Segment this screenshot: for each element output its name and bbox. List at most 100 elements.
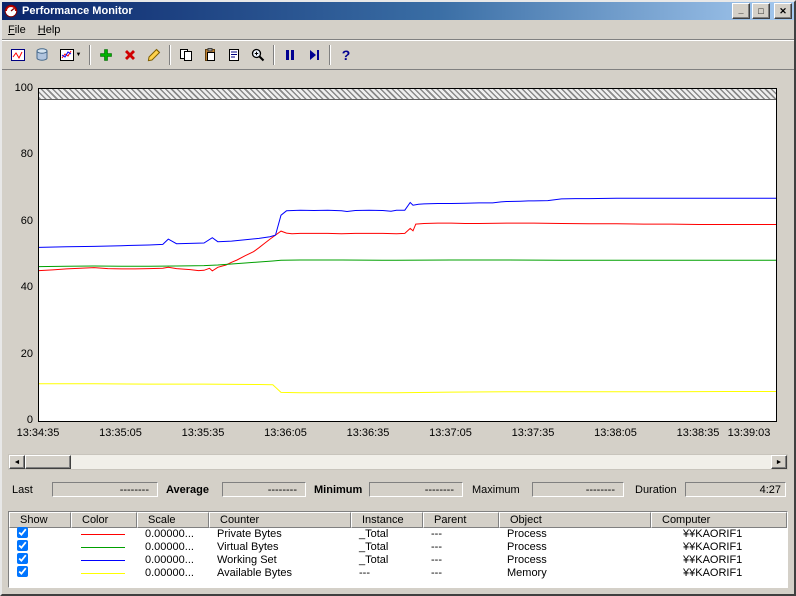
zoom-button[interactable] xyxy=(246,44,270,66)
legend-cell-scale: 0.00000... xyxy=(145,541,194,553)
legend-cell-parent: --- xyxy=(431,567,442,579)
legend-cell-show xyxy=(9,566,71,581)
view-log-data-icon xyxy=(36,48,48,61)
legend-row[interactable]: 0.00000... Working Set _Total --- Process ¥¥K… xyxy=(9,553,787,567)
legend-cell-computer: ¥¥KAORIF1 xyxy=(683,567,743,579)
legend-cell-instance: _Total xyxy=(359,541,389,553)
time-scrollbar[interactable]: ◄ ► xyxy=(8,454,788,470)
legend-header-parent[interactable]: Parent xyxy=(423,512,499,528)
duration-value-box: 4:27 xyxy=(685,482,786,497)
close-button[interactable]: ✕ xyxy=(774,3,792,19)
legend-cell-color xyxy=(71,573,137,574)
help-button[interactable]: ? xyxy=(334,44,358,66)
maximum-value-box: -------- xyxy=(532,482,624,497)
y-tick-label: 80 xyxy=(20,148,33,161)
scroll-left-button[interactable]: ◄ xyxy=(9,455,25,469)
update-data-button[interactable] xyxy=(302,44,326,66)
copy-properties-button[interactable] xyxy=(174,44,198,66)
counter-visible-checkbox[interactable] xyxy=(17,527,28,538)
title-bar: Performance Monitor _ □ ✕ xyxy=(2,2,794,20)
counter-color-sample xyxy=(81,573,125,574)
y-tick-label: 100 xyxy=(14,82,33,94)
toolbar-separator xyxy=(89,45,91,65)
scroll-right-icon: ► xyxy=(775,458,783,466)
last-value-box: -------- xyxy=(52,482,158,497)
legend-cell-color xyxy=(71,534,137,535)
legend-header-instance[interactable]: Instance xyxy=(351,512,423,528)
average-value-box: -------- xyxy=(222,482,306,497)
pencil-icon xyxy=(147,48,161,62)
legend-table: Show Color Scale Counter Instance Parent Objec… xyxy=(8,511,788,588)
legend-row[interactable]: 0.00000... Virtual Bytes _Total --- Process ¥… xyxy=(9,540,787,554)
legend-header-computer[interactable]: Computer xyxy=(651,512,787,528)
minimize-button[interactable]: _ xyxy=(732,3,750,19)
counter-visible-checkbox[interactable] xyxy=(17,566,28,577)
series-working-set xyxy=(39,197,776,248)
toolbar-separator xyxy=(169,45,171,65)
legend-cell-parent: --- xyxy=(431,528,442,540)
legend-row[interactable]: 0.00000... Available Bytes --- --- Memory ¥¥K… xyxy=(9,566,787,581)
view-current-activity-icon xyxy=(11,49,25,61)
legend-cell-counter: Virtual Bytes xyxy=(217,541,279,553)
x-tick-label: 13:35:05 xyxy=(99,427,142,439)
view-current-activity-button[interactable] xyxy=(6,44,30,66)
legend-cell-object: Process xyxy=(507,528,547,540)
legend-cell-object: Process xyxy=(507,541,547,553)
legend-cell-parent: --- xyxy=(431,554,442,566)
legend-header-object[interactable]: Object xyxy=(499,512,651,528)
step-forward-icon xyxy=(310,50,319,60)
legend-cell-instance: _Total xyxy=(359,528,389,540)
toolbar: ▼ ? xyxy=(2,40,794,70)
legend-cell-object: Memory xyxy=(507,567,547,579)
freeze-display-button[interactable] xyxy=(278,44,302,66)
delete-counter-button[interactable] xyxy=(118,44,142,66)
legend-cell-counter: Available Bytes xyxy=(217,567,293,579)
x-tick-label: 13:39:03 xyxy=(727,427,771,439)
legend-cell-computer: ¥¥KAORIF1 xyxy=(683,528,743,540)
x-tick-label: 13:36:35 xyxy=(346,427,390,439)
highlight-button[interactable] xyxy=(142,44,166,66)
menu-bar: File Help xyxy=(2,20,794,40)
paste-counter-list-button[interactable] xyxy=(198,44,222,66)
legend-row[interactable]: 0.00000... Private Bytes _Total --- Process ¥… xyxy=(9,527,787,541)
properties-icon xyxy=(229,49,239,61)
legend-header-scale[interactable]: Scale xyxy=(137,512,209,528)
y-axis: 0 20 40 60 80 100 xyxy=(2,82,36,426)
window-title: Performance Monitor xyxy=(22,5,133,17)
menu-file[interactable]: File xyxy=(2,22,32,38)
scroll-left-icon: ◄ xyxy=(13,458,21,466)
delete-icon xyxy=(125,50,135,60)
legend-header-color[interactable]: Color xyxy=(71,512,137,528)
chart-type-dropdown[interactable]: ▼ xyxy=(54,44,86,66)
x-tick-label: 13:36:05 xyxy=(264,427,307,439)
y-tick-label: 60 xyxy=(20,214,33,227)
chevron-down-icon: ▼ xyxy=(75,52,82,58)
copy-icon xyxy=(180,49,192,61)
maximum-label: Maximum xyxy=(472,484,520,496)
counter-visible-checkbox[interactable] xyxy=(17,553,28,564)
legend-cell-computer: ¥¥KAORIF1 xyxy=(683,554,743,566)
y-tick-label: 40 xyxy=(20,281,33,294)
series-private-bytes xyxy=(39,222,776,272)
counter-visible-checkbox[interactable] xyxy=(17,540,28,551)
legend-cell-color xyxy=(71,560,137,561)
minimum-label: Minimum xyxy=(314,484,363,496)
legend-header-counter[interactable]: Counter xyxy=(209,512,351,528)
view-log-data-button[interactable] xyxy=(30,44,54,66)
scrollbar-thumb[interactable] xyxy=(25,455,71,469)
scroll-right-button[interactable]: ► xyxy=(771,455,787,469)
magnifier-icon xyxy=(251,48,265,62)
legend-header-show[interactable]: Show xyxy=(9,512,71,528)
properties-button[interactable] xyxy=(222,44,246,66)
add-icon xyxy=(100,49,112,61)
x-tick-label: 13:34:35 xyxy=(16,427,60,439)
menu-help[interactable]: Help xyxy=(32,22,67,38)
maximize-button[interactable]: □ xyxy=(752,3,770,19)
toolbar-separator xyxy=(329,45,331,65)
add-counter-button[interactable] xyxy=(94,44,118,66)
y-tick-label: 0 xyxy=(26,414,33,426)
x-tick-label: 13:37:05 xyxy=(429,427,472,439)
legend-cell-counter: Private Bytes xyxy=(217,528,282,540)
x-tick-label: 13:38:05 xyxy=(594,427,637,439)
counter-color-sample xyxy=(81,547,125,548)
